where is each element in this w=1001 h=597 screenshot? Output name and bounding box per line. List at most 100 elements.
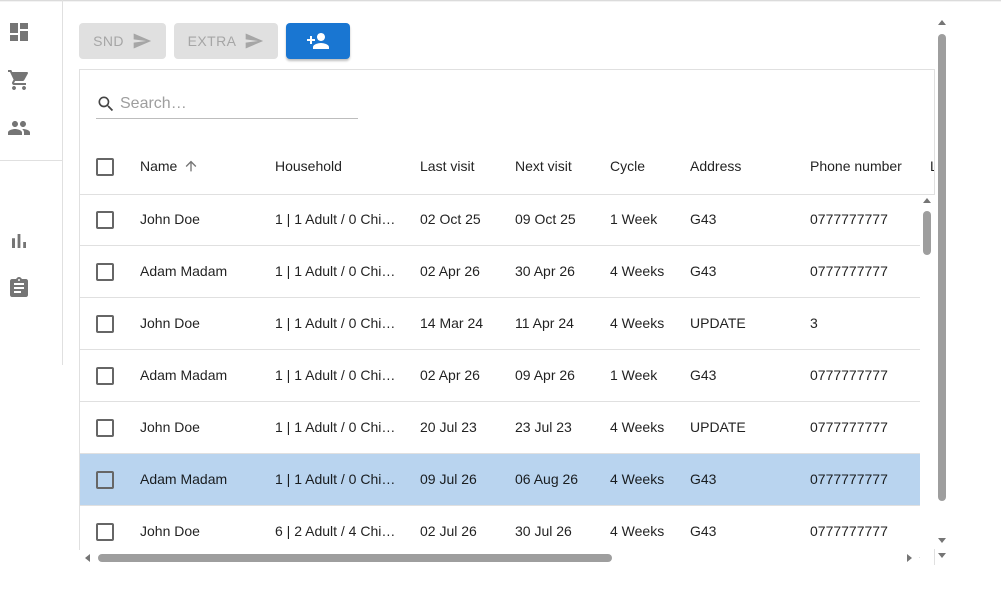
cell-phone: 0777777777 [810, 523, 888, 539]
row-checkbox[interactable] [96, 471, 114, 489]
column-header-phone[interactable]: Phone number [810, 158, 902, 174]
cell-phone: 0777777777 [810, 263, 888, 279]
cell-next-visit: 09 Apr 26 [515, 367, 575, 383]
cell-last-visit: 14 Mar 24 [420, 315, 484, 331]
snd-button-label: SND [93, 33, 124, 49]
row-checkbox[interactable] [96, 523, 114, 541]
nav-clients[interactable] [0, 112, 38, 144]
cell-last-visit: 02 Apr 26 [420, 263, 480, 279]
cell-household: 1 | 1 Adult / 0 Chi… [275, 315, 396, 331]
table-row[interactable]: John Doe 1 | 1 Adult / 0 Chi… 20 Jul 23 23 … [80, 402, 920, 454]
send-icon [246, 33, 264, 49]
column-header-address[interactable]: Address [690, 158, 741, 174]
cell-next-visit: 11 Apr 24 [515, 315, 574, 331]
side-nav [0, 0, 63, 365]
column-header-cycle[interactable]: Cycle [610, 158, 645, 174]
column-header-label: Address [690, 158, 742, 174]
grid-vertical-scrollbar[interactable] [920, 195, 935, 549]
scrollbar-thumb[interactable] [98, 554, 612, 562]
dashboard-icon [10, 23, 28, 41]
cell-phone: 0777777777 [810, 471, 888, 487]
scroll-right-arrow-icon[interactable] [907, 554, 912, 562]
cell-address: G43 [690, 523, 717, 539]
nav-reports[interactable] [0, 225, 38, 257]
column-header-label: Household [275, 158, 342, 174]
scrollbar-thumb[interactable] [938, 34, 946, 501]
sort-ascending-icon[interactable] [183, 158, 199, 177]
search-box [96, 90, 358, 119]
cell-cycle: 4 Weeks [610, 315, 665, 331]
column-header-label: Cycle [610, 158, 646, 174]
search-input[interactable] [120, 95, 350, 113]
cell-household: 1 | 1 Adult / 0 Chi… [275, 367, 396, 383]
cell-household: 1 | 1 Adult / 0 Chi… [275, 263, 396, 279]
row-checkbox[interactable] [96, 211, 114, 229]
nav-orders[interactable] [0, 64, 38, 96]
extra-button[interactable]: EXTRA [174, 23, 278, 59]
nav-dashboard[interactable] [0, 16, 38, 48]
nav-divider [0, 160, 62, 161]
column-header-label: Phone number [810, 158, 902, 174]
cell-next-visit: 30 Apr 26 [515, 263, 575, 279]
snd-button[interactable]: SND [79, 23, 166, 59]
app-bar-shadow [0, 0, 1001, 2]
select-all-checkbox[interactable] [96, 158, 114, 176]
cell-cycle: 4 Weeks [610, 471, 665, 487]
cell-household: 6 | 2 Adult / 4 Chi… [275, 523, 396, 539]
scroll-up-arrow-icon[interactable] [938, 20, 946, 25]
grid-header: Name Household Last visit Next visit Cyc… [80, 141, 934, 195]
cell-phone: 3 [810, 315, 818, 331]
cart-icon [8, 70, 29, 90]
row-checkbox[interactable] [96, 367, 114, 385]
scrollbar-thumb[interactable] [923, 211, 931, 255]
cell-address: G43 [690, 367, 717, 383]
column-header-last-visit[interactable]: Last visit [420, 158, 474, 174]
cell-address: G43 [690, 211, 717, 227]
scroll-down-arrow-icon[interactable] [938, 553, 946, 558]
column-header-next-visit[interactable]: Next visit [515, 158, 572, 174]
cell-household: 1 | 1 Adult / 0 Chi… [275, 211, 396, 227]
column-header-name[interactable]: Name [140, 158, 199, 177]
table-row[interactable]: Adam Madam 1 | 1 Adult / 0 Chi… 02 Apr 26 3… [80, 246, 920, 298]
cell-last-visit: 02 Oct 25 [420, 211, 481, 227]
cell-phone: 0777777777 [810, 211, 888, 227]
cell-phone: 0777777777 [810, 367, 888, 383]
scroll-down-arrow-icon[interactable] [938, 538, 946, 543]
cell-name: John Doe [140, 523, 200, 539]
table-row[interactable]: John Doe 1 | 1 Adult / 0 Chi… 14 Mar 24 11 … [80, 298, 920, 350]
people-icon [8, 121, 30, 135]
cell-cycle: 4 Weeks [610, 523, 665, 539]
cell-address: UPDATE [690, 419, 746, 435]
column-header-label: Name [140, 158, 178, 175]
nav-tasks[interactable] [0, 272, 38, 304]
cell-last-visit: 02 Jul 26 [420, 523, 477, 539]
page-vertical-scrollbar[interactable] [935, 15, 950, 565]
cell-next-visit: 30 Jul 26 [515, 523, 572, 539]
table-row[interactable]: Adam Madam 1 | 1 Adult / 0 Chi… 02 Apr 26 0… [80, 350, 920, 402]
row-checkbox[interactable] [96, 419, 114, 437]
cell-name: Adam Madam [140, 367, 228, 383]
column-header-label: Last visit [420, 158, 475, 174]
cell-last-visit: 09 Jul 26 [420, 471, 477, 487]
cell-cycle: 4 Weeks [610, 263, 665, 279]
search-icon [98, 96, 114, 112]
send-icon [133, 33, 152, 49]
cell-address: G43 [690, 263, 717, 279]
column-header-household[interactable]: Household [275, 158, 342, 174]
row-checkbox[interactable] [96, 315, 114, 333]
cell-name: Adam Madam [140, 263, 228, 279]
scroll-left-arrow-icon[interactable] [85, 554, 90, 562]
scroll-up-arrow-icon[interactable] [923, 198, 931, 203]
table-row[interactable]: John Doe 1 | 1 Adult / 0 Chi… 02 Oct 25 09 … [80, 194, 920, 246]
grid-body: John Doe 1 | 1 Adult / 0 Chi… 02 Oct 25 09 … [80, 194, 920, 565]
cell-name: John Doe [140, 211, 200, 227]
person-add-icon [307, 33, 329, 49]
table-row[interactable]: Adam Madam 1 | 1 Adult / 0 Chi… 09 Jul 26 0… [80, 454, 920, 506]
add-client-button[interactable] [286, 23, 350, 59]
row-checkbox[interactable] [96, 263, 114, 281]
grid-horizontal-scrollbar[interactable] [79, 550, 919, 565]
clients-grid: Name Household Last visit Next visit Cyc… [79, 69, 935, 565]
cell-address: G43 [690, 471, 717, 487]
cell-next-visit: 06 Aug 26 [515, 471, 579, 487]
cell-name: Adam Madam [140, 471, 228, 487]
